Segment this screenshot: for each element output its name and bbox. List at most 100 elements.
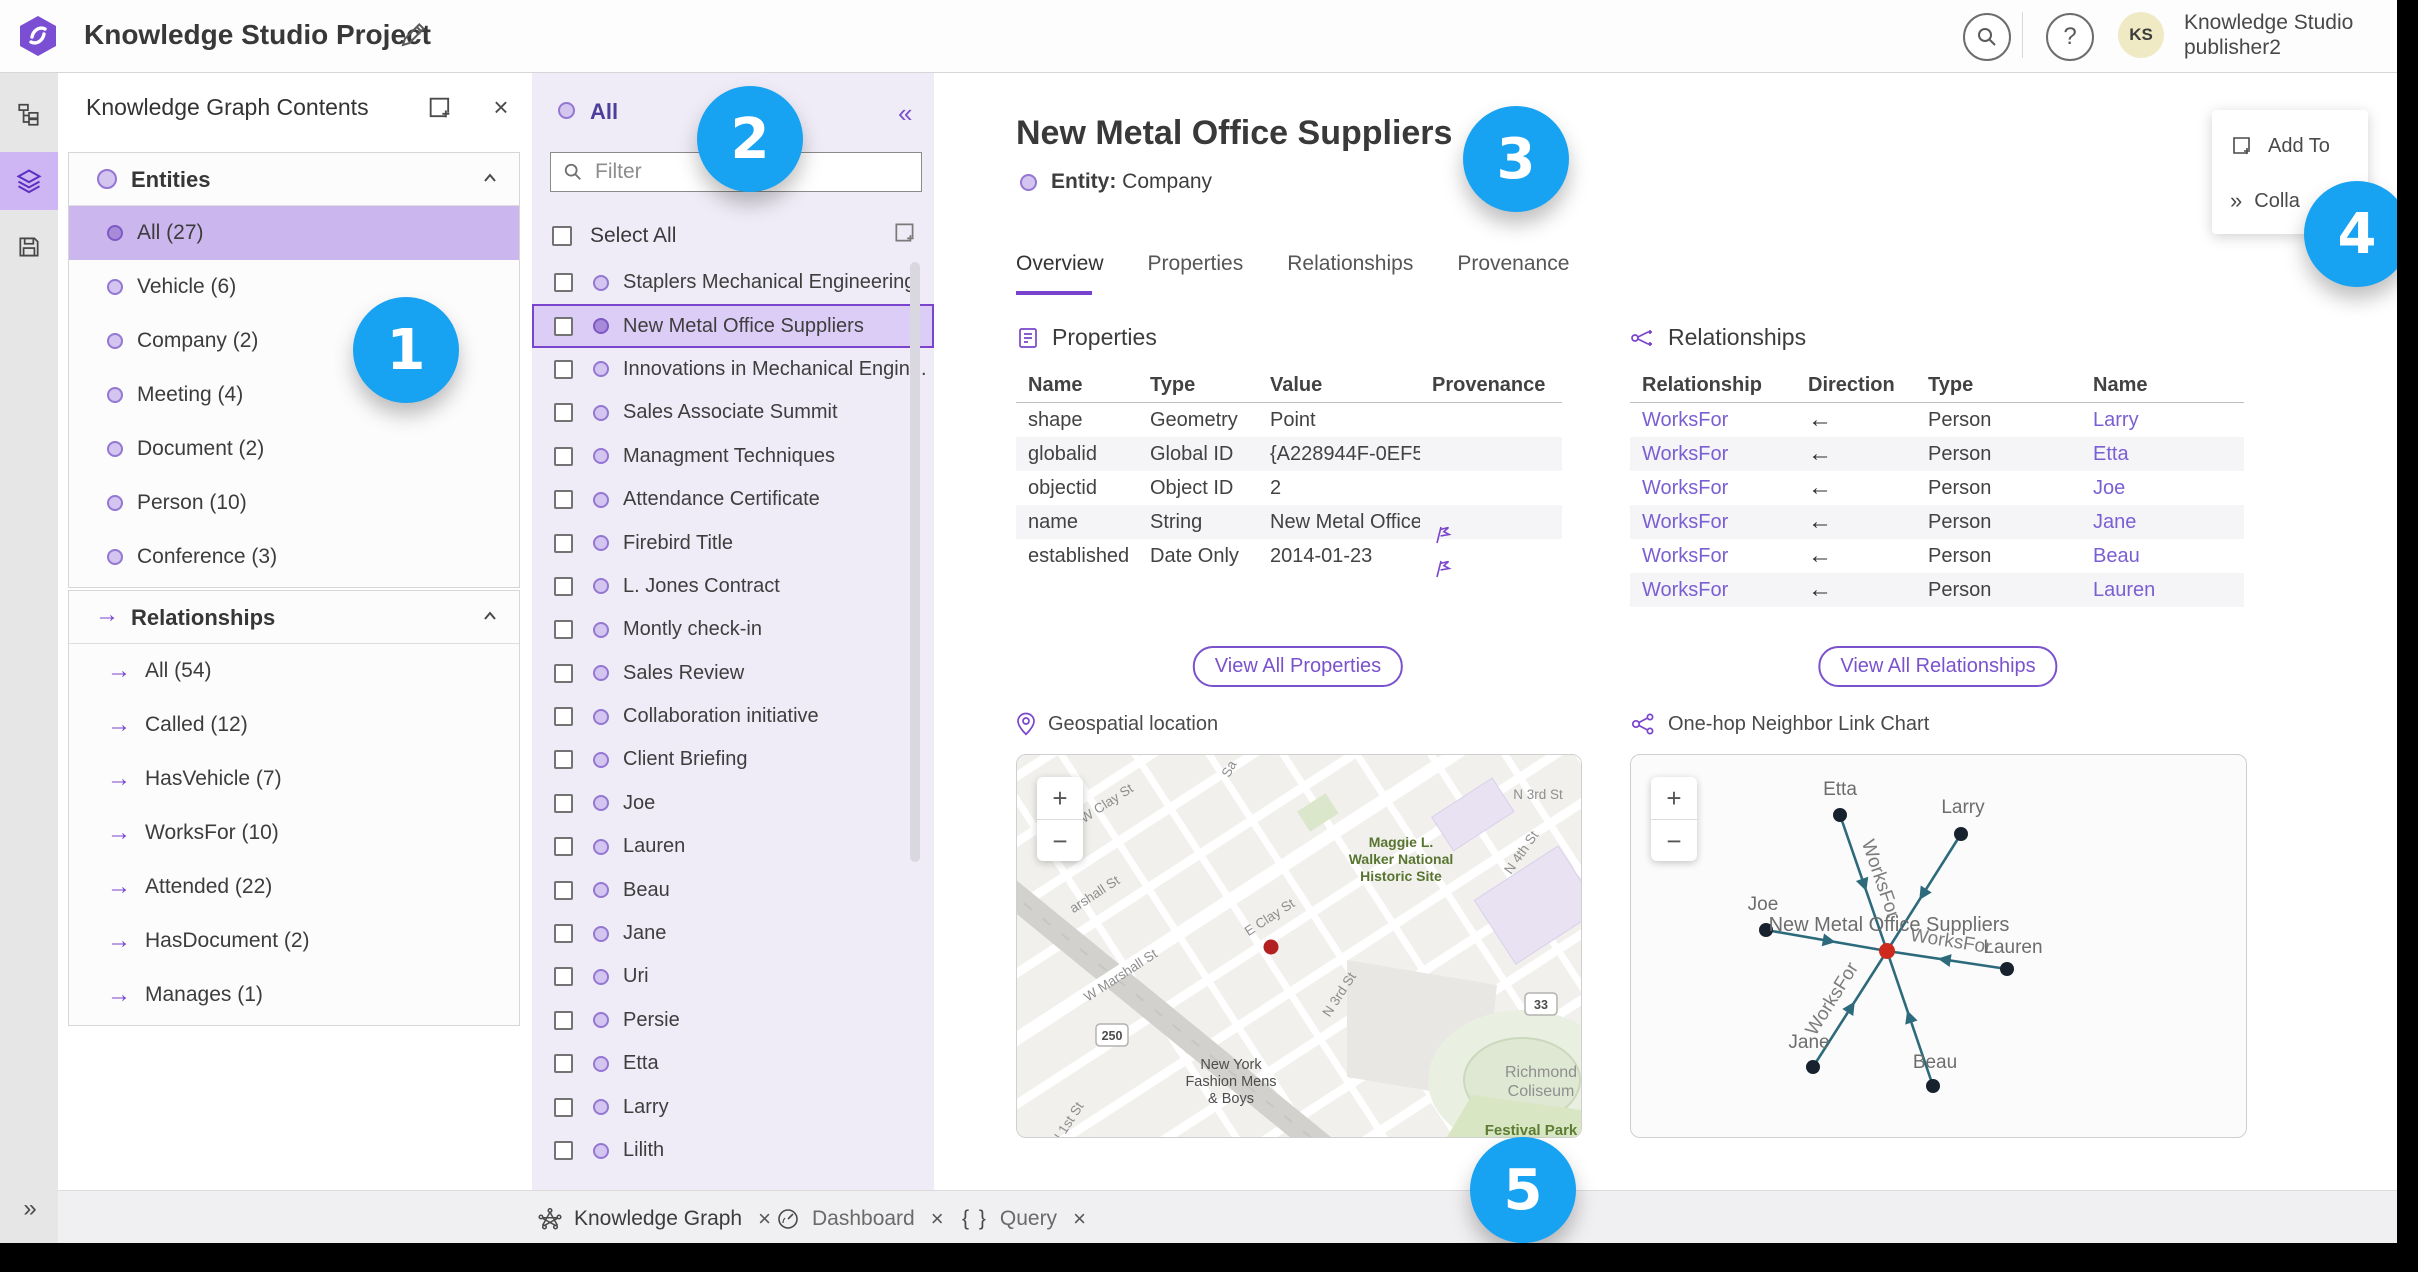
item-checkbox[interactable] bbox=[554, 576, 573, 596]
add-to-action[interactable]: Add To bbox=[2230, 134, 2330, 158]
item-checkbox[interactable] bbox=[554, 620, 573, 640]
item-checkbox[interactable] bbox=[554, 750, 573, 770]
help-button[interactable]: ? bbox=[2046, 13, 2094, 61]
related-entity-link[interactable]: Larry bbox=[2081, 409, 2244, 432]
close-tab-icon[interactable]: × bbox=[931, 1206, 944, 1232]
neighbor-node[interactable] bbox=[1833, 808, 1847, 822]
relationship-type-item[interactable]: → Called (12) bbox=[69, 698, 519, 752]
entity-instance-item[interactable]: Sales Associate Summit bbox=[532, 391, 934, 434]
item-checkbox[interactable] bbox=[554, 359, 573, 379]
entities-header[interactable]: Entities bbox=[69, 153, 519, 206]
entity-instance-item[interactable]: Montly check-in bbox=[532, 608, 934, 651]
entity-instance-item[interactable]: Lauren bbox=[532, 825, 934, 868]
chevron-up-icon[interactable] bbox=[483, 173, 497, 187]
relationship-row[interactable]: WorksFor ← Person Etta bbox=[1630, 437, 2244, 471]
view-tab-knowledge-graph[interactable]: Knowledge Graph × bbox=[538, 1191, 771, 1246]
edit-title-icon[interactable] bbox=[398, 20, 428, 50]
item-checkbox[interactable] bbox=[554, 880, 573, 900]
item-checkbox[interactable] bbox=[554, 1097, 573, 1117]
close-panel-icon[interactable]: × bbox=[486, 92, 516, 122]
item-checkbox[interactable] bbox=[554, 707, 573, 727]
entity-instance-item[interactable]: Sales Review bbox=[532, 652, 934, 695]
relationship-row[interactable]: WorksFor ← Person Lauren bbox=[1630, 573, 2244, 607]
entity-instance-item[interactable]: Staplers Mechanical Engineering bbox=[532, 261, 934, 304]
entity-instance-item[interactable]: Collaboration initiative bbox=[532, 695, 934, 738]
item-checkbox[interactable] bbox=[554, 446, 573, 466]
relationship-link[interactable]: WorksFor bbox=[1630, 409, 1796, 432]
relationship-row[interactable]: WorksFor ← Person Jane bbox=[1630, 505, 2244, 539]
relationship-link[interactable]: WorksFor bbox=[1630, 477, 1796, 500]
item-checkbox[interactable] bbox=[554, 793, 573, 813]
one-hop-link-chart[interactable]: + − WorksFor Etta Larry Joe WorksFor Lauren Wo… bbox=[1630, 754, 2247, 1138]
tab-overview[interactable]: Overview bbox=[1016, 252, 1104, 276]
item-checkbox[interactable] bbox=[554, 924, 573, 944]
item-checkbox[interactable] bbox=[554, 273, 573, 293]
item-checkbox[interactable] bbox=[554, 1141, 573, 1160]
item-checkbox[interactable] bbox=[554, 1054, 573, 1074]
property-row[interactable]: globalid Global ID {A228944F-0EF5-... bbox=[1016, 437, 1562, 471]
tab-properties[interactable]: Properties bbox=[1148, 252, 1244, 276]
view-tab-query[interactable]: { } Query × bbox=[962, 1191, 1086, 1246]
collapse-panel-icon[interactable]: « bbox=[898, 98, 912, 129]
geospatial-map[interactable]: + − W Clay St Sa N 3rd St N 4th St Maggi… bbox=[1016, 754, 1582, 1138]
view-all-relationships-button[interactable]: View All Relationships bbox=[1818, 646, 2058, 687]
view-tab-dashboard[interactable]: Dashboard × bbox=[776, 1191, 944, 1246]
relationships-header[interactable]: → Relationships bbox=[69, 591, 519, 644]
close-tab-icon[interactable]: × bbox=[1073, 1206, 1086, 1232]
select-all-checkbox[interactable] bbox=[552, 226, 572, 246]
add-to-map-icon[interactable] bbox=[426, 94, 454, 122]
avatar[interactable]: KS bbox=[2118, 12, 2164, 58]
relationship-type-item[interactable]: → Attended (22) bbox=[69, 860, 519, 914]
entity-instance-item[interactable]: Attendance Certificate bbox=[532, 478, 934, 521]
entity-instance-item[interactable]: New Metal Office Suppliers bbox=[532, 304, 934, 348]
relationship-row[interactable]: WorksFor ← Person Larry bbox=[1630, 403, 2244, 437]
relationship-type-item[interactable]: → WorksFor (10) bbox=[69, 806, 519, 860]
entity-instance-item[interactable]: Beau bbox=[532, 868, 934, 911]
related-entity-link[interactable]: Etta bbox=[2081, 443, 2244, 466]
entity-instance-item[interactable]: Jane bbox=[532, 912, 934, 955]
relationship-type-item[interactable]: → HasDocument (2) bbox=[69, 914, 519, 968]
zoom-in-button[interactable]: + bbox=[1651, 777, 1697, 820]
zoom-in-button[interactable]: + bbox=[1037, 777, 1083, 820]
center-entity-node[interactable] bbox=[1879, 943, 1895, 959]
item-checkbox[interactable] bbox=[554, 967, 573, 987]
tab-relationships[interactable]: Relationships bbox=[1287, 252, 1413, 276]
entity-instance-item[interactable]: Innovations in Mechanical Engin... bbox=[532, 348, 934, 391]
entity-instance-item[interactable]: Firebird Title bbox=[532, 521, 934, 564]
entity-type-item[interactable]: Person (10) bbox=[69, 476, 519, 530]
entity-type-item[interactable]: Conference (3) bbox=[69, 530, 519, 584]
zoom-out-button[interactable]: − bbox=[1037, 820, 1083, 861]
user-info[interactable]: Knowledge Studio publisher2 bbox=[2184, 10, 2353, 60]
entity-instance-item[interactable]: Persie bbox=[532, 999, 934, 1042]
zoom-out-button[interactable]: − bbox=[1651, 820, 1697, 861]
item-checkbox[interactable] bbox=[554, 403, 573, 423]
entity-instance-item[interactable]: Managment Techniques bbox=[532, 435, 934, 478]
entity-instance-item[interactable]: Etta bbox=[532, 1042, 934, 1085]
schema-rail-button[interactable] bbox=[0, 86, 58, 144]
select-all-row[interactable]: Select All bbox=[552, 218, 914, 254]
save-rail-button[interactable] bbox=[0, 218, 58, 276]
add-selection-icon[interactable] bbox=[892, 220, 918, 246]
neighbor-node[interactable] bbox=[1954, 827, 1968, 841]
property-row[interactable]: shape Geometry Point bbox=[1016, 403, 1562, 437]
entity-instance-item[interactable]: Lilith bbox=[532, 1129, 934, 1172]
item-checkbox[interactable] bbox=[554, 316, 573, 336]
entity-type-item[interactable]: Document (2) bbox=[69, 422, 519, 476]
item-checkbox[interactable] bbox=[554, 663, 573, 683]
neighbor-node[interactable] bbox=[1806, 1060, 1820, 1074]
entity-instance-item[interactable]: Joe bbox=[532, 782, 934, 825]
relationship-type-item[interactable]: → All (54) bbox=[69, 644, 519, 698]
view-all-properties-button[interactable]: View All Properties bbox=[1192, 646, 1404, 687]
item-checkbox[interactable] bbox=[554, 490, 573, 510]
contents-rail-button[interactable] bbox=[0, 152, 58, 210]
property-row[interactable]: established Date Only 2014-01-23 bbox=[1016, 539, 1562, 577]
chevron-up-icon[interactable] bbox=[483, 611, 497, 625]
item-checkbox[interactable] bbox=[554, 1010, 573, 1030]
related-entity-link[interactable]: Jane bbox=[2081, 511, 2244, 534]
related-entity-link[interactable]: Beau bbox=[2081, 545, 2244, 568]
relationship-type-item[interactable]: → Manages (1) bbox=[69, 968, 519, 1022]
collapse-action[interactable]: » Colla bbox=[2230, 188, 2300, 214]
item-checkbox[interactable] bbox=[554, 837, 573, 857]
entity-instance-item[interactable]: Client Briefing bbox=[532, 738, 934, 781]
neighbor-node[interactable] bbox=[1926, 1079, 1940, 1093]
